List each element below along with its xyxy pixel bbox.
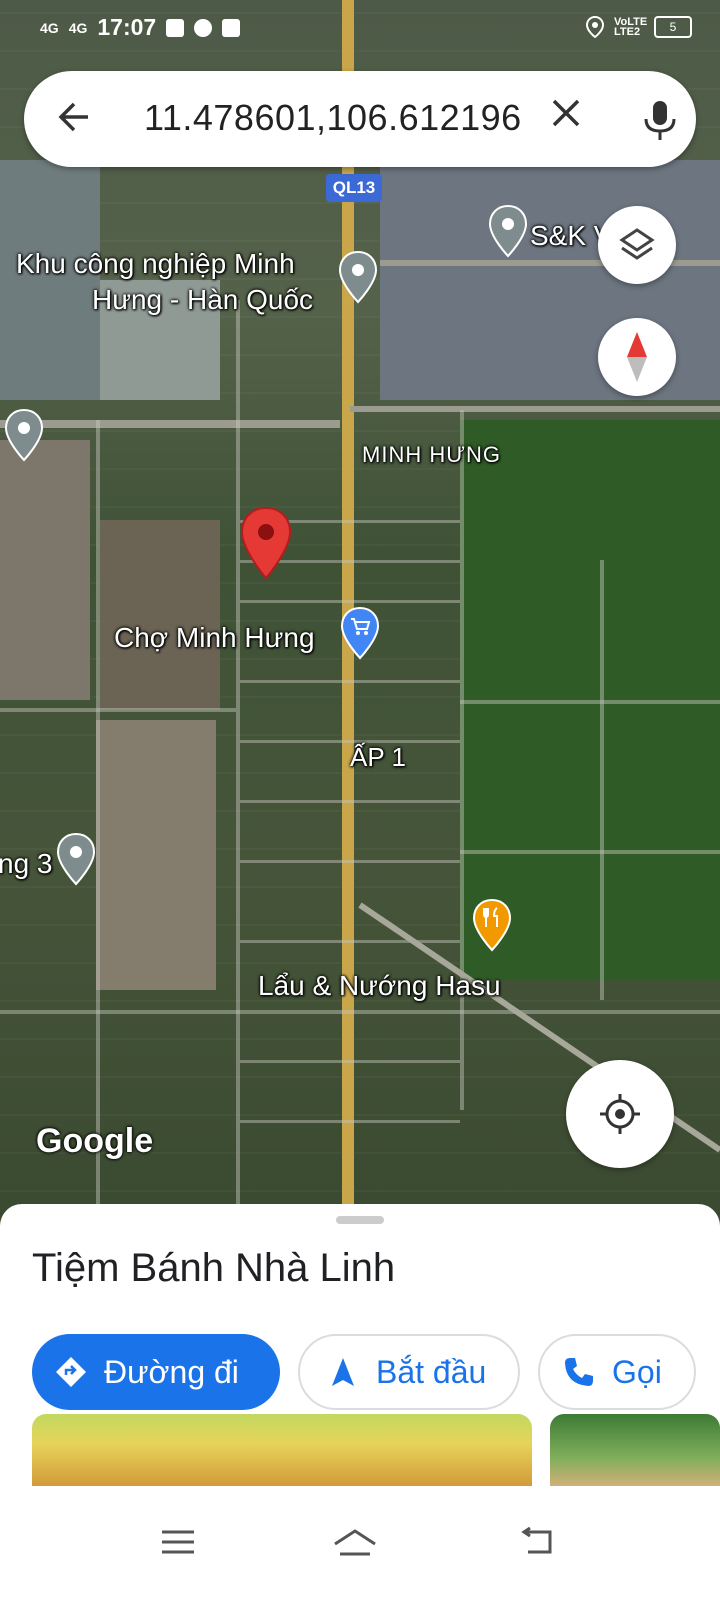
navigation-arrow-icon: [332, 1358, 354, 1386]
label-cho-minh-hung[interactable]: Chợ Minh Hưng: [114, 622, 315, 654]
start-label: Bắt đầu: [376, 1353, 487, 1390]
signal-indicator-1: 4G: [40, 19, 59, 36]
label-khu-cong-nghiep-1[interactable]: Khu công nghiệp Minh: [16, 248, 295, 280]
back-nav-icon[interactable]: [520, 1526, 556, 1558]
road-shield-ql13: QL13: [326, 174, 382, 202]
label-ng-3[interactable]: ng 3: [0, 848, 53, 880]
system-nav-bar: [0, 1486, 720, 1600]
facebook-icon: [222, 18, 241, 37]
layers-button[interactable]: [598, 206, 676, 284]
map-view[interactable]: QL13 S&K V Khu công nghiệp Minh Hưng - H…: [0, 0, 720, 1230]
selected-location-pin-icon[interactable]: [240, 506, 292, 580]
place-pin-icon[interactable]: [338, 250, 378, 304]
restaurant-pin-icon[interactable]: [472, 898, 512, 952]
signal-indicator-2: 4G: [68, 19, 88, 36]
label-ap-1: ẤP 1: [350, 742, 406, 772]
place-pin-icon[interactable]: [56, 832, 96, 886]
directions-button[interactable]: Đường đi: [32, 1334, 280, 1410]
place-title: Tiệm Bánh Nhà Linh: [32, 1246, 396, 1290]
home-icon[interactable]: [332, 1526, 378, 1558]
arrow-left-icon: [58, 102, 88, 132]
call-label: Gọi: [612, 1353, 662, 1390]
google-logo: Google: [36, 1122, 154, 1160]
label-khu-cong-nghiep-2[interactable]: Hưng - Hàn Quốc: [92, 284, 313, 316]
location-icon: [586, 16, 604, 38]
network-indicator: VoLTE LTE2: [614, 16, 648, 38]
messenger-icon: [194, 18, 213, 37]
call-button[interactable]: Gọi: [538, 1334, 696, 1410]
search-input[interactable]: 11.478601,106.612196: [144, 97, 522, 139]
close-icon: [552, 99, 580, 127]
my-location-icon: [600, 1094, 640, 1134]
place-pin-icon[interactable]: [4, 408, 44, 462]
directions-label: Đường đi: [104, 1353, 239, 1390]
search-bar[interactable]: 11.478601,106.612196: [24, 71, 696, 167]
clock: 17:07: [97, 14, 157, 40]
directions-icon: [56, 1357, 86, 1387]
label-lau-nuong-hasu[interactable]: Lẩu & Nướng Hasu: [258, 970, 501, 1002]
label-minh-hung: MINH HƯNG: [362, 442, 502, 467]
battery-indicator: 5: [654, 16, 692, 38]
shopping-cart-pin-icon[interactable]: [340, 606, 380, 660]
layers-icon: [619, 228, 655, 260]
drag-handle[interactable]: [336, 1216, 384, 1224]
phone-icon: [565, 1358, 593, 1386]
compass-icon: [627, 332, 647, 382]
status-bar: 4G 4G 17:07 VoLTE LTE2 5: [0, 0, 720, 56]
mic-icon[interactable]: [642, 99, 678, 143]
notification-icon: [166, 18, 185, 37]
place-photo[interactable]: [550, 1414, 720, 1486]
compass-button[interactable]: [598, 318, 676, 396]
my-location-button[interactable]: [566, 1060, 674, 1168]
clear-button[interactable]: [546, 93, 586, 143]
place-pin-icon[interactable]: [488, 204, 528, 258]
back-button[interactable]: [54, 97, 98, 141]
menu-icon[interactable]: [160, 1526, 196, 1558]
start-button[interactable]: Bắt đầu: [298, 1334, 520, 1410]
place-photo[interactable]: [32, 1414, 532, 1486]
